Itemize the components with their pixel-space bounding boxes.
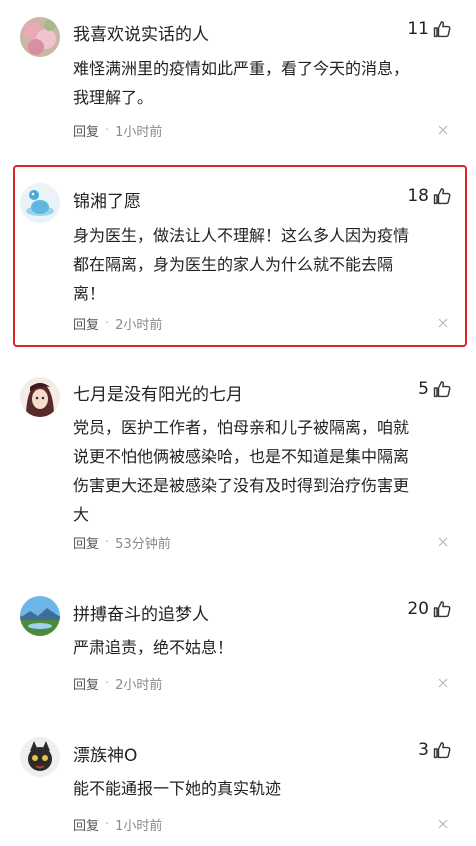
like-count: 18 — [407, 186, 429, 206]
like-button[interactable]: 5 — [418, 379, 452, 399]
timestamp: 2小时前 — [115, 678, 163, 693]
reply-button[interactable]: 回复 — [73, 533, 99, 552]
close-icon[interactable] — [438, 125, 448, 135]
separator-dot: · — [105, 316, 110, 331]
comment-meta: 回复 · 1小时前 — [73, 815, 162, 834]
thumbs-up-icon — [432, 379, 452, 399]
username[interactable]: 锦湘了愿 — [73, 187, 141, 212]
timestamp: 2小时前 — [115, 318, 163, 333]
reply-button[interactable]: 回复 — [73, 815, 99, 834]
comment-meta: 回复 · 2小时前 — [73, 314, 162, 333]
comment-text: 严肃追责，绝不姑息！ — [73, 638, 234, 657]
avatar[interactable] — [20, 596, 60, 636]
thumbs-up-icon — [432, 599, 452, 619]
close-icon[interactable] — [438, 318, 448, 328]
like-button[interactable]: 18 — [407, 186, 452, 206]
close-icon[interactable] — [438, 537, 448, 547]
thumbs-up-icon — [432, 186, 452, 206]
avatar[interactable] — [20, 377, 60, 417]
separator-dot: · — [105, 123, 110, 138]
like-count: 3 — [418, 740, 429, 760]
username[interactable]: 我喜欢说实话的人 — [73, 20, 209, 45]
comment-text: 难怪满洲里的疫情如此严重，看了今天的消息， 我理解了。 — [73, 59, 410, 107]
avatar[interactable] — [20, 183, 60, 223]
timestamp: 1小时前 — [115, 125, 163, 140]
like-count: 5 — [418, 379, 429, 399]
comment-text: 身为医生，做法让人不理解！这么多人因为疫情 都在隔离，身为医生的家人为什么就不能… — [73, 226, 410, 303]
username[interactable]: 漂族神O — [73, 741, 137, 766]
reply-button[interactable]: 回复 — [73, 121, 99, 140]
username[interactable]: 拼搏奋斗的追梦人 — [73, 600, 209, 625]
comment-text: 党员，医护工作者，怕母亲和儿子被隔离，咱就 说更不怕他俩被感染哈，也是不知道是集… — [73, 418, 410, 524]
comment-text: 能不能通报一下她的真实轨迹 — [73, 779, 282, 798]
separator-dot: · — [105, 817, 110, 832]
separator-dot: · — [105, 676, 110, 691]
comment-meta: 回复 · 1小时前 — [73, 121, 162, 140]
thumbs-up-icon — [432, 19, 452, 39]
comment-meta: 回复 · 2小时前 — [73, 674, 162, 693]
close-icon[interactable] — [438, 678, 448, 688]
thumbs-up-icon — [432, 740, 452, 760]
like-button[interactable]: 20 — [407, 599, 452, 619]
timestamp: 53分钟前 — [115, 537, 171, 552]
separator-dot: · — [105, 535, 110, 550]
avatar[interactable] — [20, 737, 60, 777]
like-button[interactable]: 11 — [407, 19, 452, 39]
close-icon[interactable] — [438, 819, 448, 829]
reply-button[interactable]: 回复 — [73, 674, 99, 693]
like-count: 11 — [407, 19, 429, 39]
reply-button[interactable]: 回复 — [73, 314, 99, 333]
avatar[interactable] — [20, 17, 60, 57]
username[interactable]: 七月是没有阳光的七月 — [73, 380, 243, 405]
timestamp: 1小时前 — [115, 819, 163, 834]
comment-meta: 回复 · 53分钟前 — [73, 533, 171, 552]
like-button[interactable]: 3 — [418, 740, 452, 760]
like-count: 20 — [407, 599, 429, 619]
